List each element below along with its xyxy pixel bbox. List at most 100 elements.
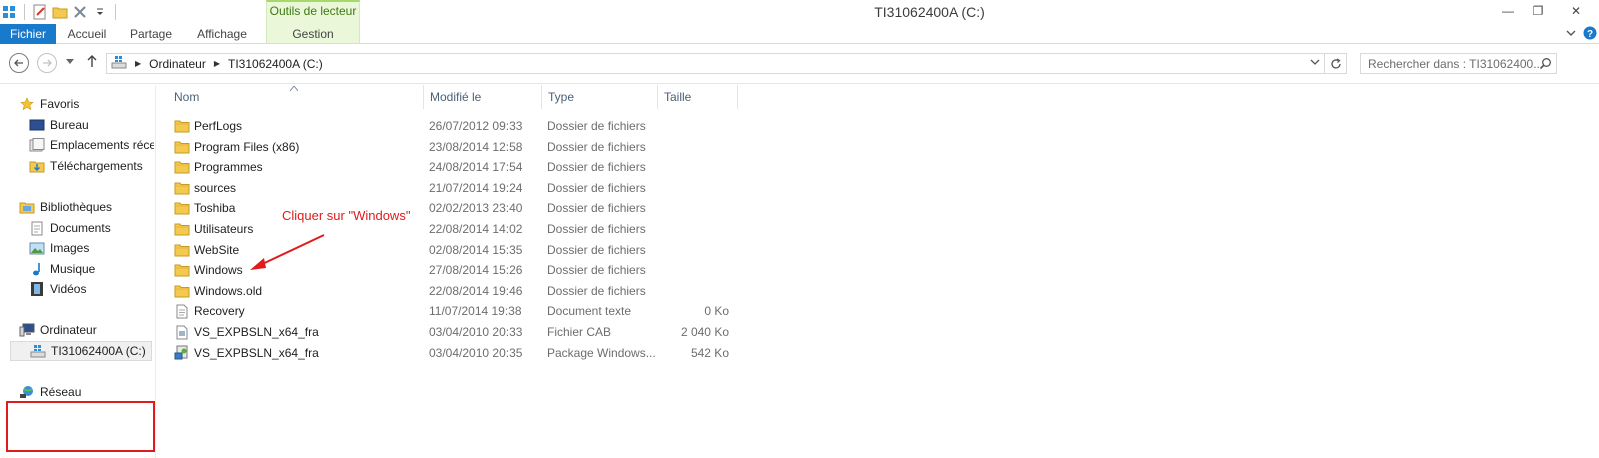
file-type: Dossier de fichiers [547,263,646,278]
table-row[interactable]: sources 21/07/2014 19:24 Dossier de fichie… [170,178,738,198]
address-toolbar: ▶ Ordinateur ▶ TI31062400A (C:) Recherch… [0,44,1599,84]
file-size: 542 Ko [690,345,729,360]
nav-label: Documents [50,221,111,235]
back-button[interactable] [9,53,29,73]
table-row[interactable]: Programmes 24/08/2014 17:54 Dossier de fic… [170,157,738,177]
file-size [664,219,729,239]
file-name-cell[interactable]: Recovery [174,301,424,321]
breadcrumb-ordinateur[interactable]: Ordinateur [149,57,206,71]
nav-reseau[interactable]: Réseau [18,382,154,402]
annotation-highlight-box [6,401,155,452]
file-modified-date: 02/02/2013 23:40 [429,201,523,216]
column-header-modifie[interactable]: Modifié le [424,85,542,109]
file-name-cell[interactable]: VS_EXPBSLN_x64_fra [174,343,424,363]
file-modified-date: 03/04/2010 20:35 [429,345,523,360]
drive-icon [111,55,127,72]
table-row[interactable]: VS_EXPBSLN_x64_fra 03/04/2010 20:33 Fichie… [170,322,738,342]
nav-label: Vidéos [50,282,87,296]
nav-documents[interactable]: Documents [28,218,154,238]
nav-telechargements[interactable]: Téléchargements [28,156,154,176]
tab-gestion[interactable]: Gestion [266,24,360,44]
close-button[interactable]: ✕ [1553,0,1599,22]
breadcrumb-drive[interactable]: TI31062400A (C:) [228,57,323,71]
tab-partage[interactable]: Partage [120,24,182,44]
refresh-button[interactable] [1325,53,1347,74]
nav-musique[interactable]: Musique [28,259,154,279]
table-row[interactable]: Program Files (x86) 23/08/2014 12:58 Dossi… [170,137,738,157]
folder-icon [174,180,190,196]
up-button[interactable] [86,54,98,71]
window-controls: — ❐ ✕ [1493,0,1599,22]
installer-package-icon [174,345,190,361]
documents-icon [28,220,46,236]
pictures-icon [28,240,46,256]
back-arrow-icon [14,59,23,67]
folder-icon [174,262,190,278]
search-input[interactable]: Rechercher dans : TI31062400... [1360,53,1557,74]
file-name-cell[interactable]: Program Files (x86) [174,137,424,157]
restore-icon: ❐ [1532,4,1544,18]
file-type: Document texte [547,304,632,319]
file-size [664,281,729,301]
nav-bibliotheques[interactable]: Bibliothèques [18,197,154,217]
file-name-cell[interactable]: PerfLogs [174,116,424,136]
tab-affichage[interactable]: Affichage [186,24,258,44]
nav-label: TI31062400A (C:) [51,344,146,358]
search-icon[interactable] [1539,57,1552,73]
nav-videos[interactable]: Vidéos [28,279,154,299]
videos-icon [28,281,46,297]
table-row[interactable]: PerfLogs 26/07/2012 09:33 Dossier de fichi… [170,116,738,136]
address-history-button[interactable] [1310,58,1320,68]
file-modified-date: 03/04/2010 20:33 [429,325,523,339]
table-row[interactable]: VS_EXPBSLN_x64_fra 03/04/2010 20:35 Packag… [170,343,738,363]
nav-favoris[interactable]: Favoris [18,94,154,114]
up-arrow-icon [87,55,97,67]
folder-icon [174,139,190,155]
table-row[interactable]: Windows.old 22/08/2014 19:46 Dossier de fi… [170,281,738,301]
table-row[interactable]: Toshiba 02/02/2013 23:40 Dossier de fichie… [170,198,738,218]
breadcrumb-separator-icon[interactable]: ▶ [135,59,141,68]
recent-locations-button[interactable] [66,57,74,67]
nav-label: Réseau [40,385,82,399]
file-type: Dossier de fichiers [547,201,646,216]
text-file-icon [174,303,190,319]
nav-ordinateur[interactable]: Ordinateur [18,320,152,340]
ribbon-tabs: Fichier Accueil Partage Affichage Gestio… [0,24,1599,44]
file-size [664,198,729,218]
file-name-cell[interactable]: VS_EXPBSLN_x64_fra [174,322,424,342]
close-icon: ✕ [1570,4,1582,18]
minimize-button[interactable]: — [1493,0,1523,22]
file-name: WebSite [194,242,240,257]
nav-label: Images [50,241,90,255]
file-size [664,240,729,260]
folder-icon [174,118,190,134]
nav-label: Bibliothèques [40,200,113,214]
file-name-cell[interactable]: Windows.old [174,281,424,301]
nav-drive-c[interactable]: TI31062400A (C:) [10,341,152,361]
libraries-icon [18,199,36,215]
nav-emplacements-recents[interactable]: Emplacements récents [28,135,154,155]
forward-button[interactable] [37,53,57,73]
tab-accueil[interactable]: Accueil [56,24,118,44]
nav-label: Favoris [40,97,80,111]
file-name-cell[interactable]: sources [174,178,424,198]
help-icon[interactable]: ? [1583,26,1597,43]
file-name: PerfLogs [194,119,243,133]
nav-bureau[interactable]: Bureau [28,115,154,135]
file-type: Dossier de fichiers [547,242,646,257]
file-name: Windows [194,263,243,278]
column-header-taille[interactable]: Taille [658,85,738,109]
star-icon [18,96,36,112]
expand-ribbon-icon[interactable] [1565,27,1577,42]
file-name: VS_EXPBSLN_x64_fra [194,325,319,339]
file-name-cell[interactable]: Programmes [174,157,424,177]
breadcrumb-separator-icon[interactable]: ▶ [214,59,220,68]
address-bar[interactable]: ▶ Ordinateur ▶ TI31062400A (C:) [106,53,1325,74]
tab-fichier[interactable]: Fichier [0,24,56,44]
table-row[interactable]: Recovery 11/07/2014 19:38 Document texte 0 … [170,301,738,321]
nav-images[interactable]: Images [28,238,154,258]
restore-button[interactable]: ❐ [1523,0,1553,22]
file-size: 2 040 Ko [680,325,729,339]
column-header-type[interactable]: Type [542,85,658,109]
window-title: TI31062400A (C:) [874,4,985,20]
